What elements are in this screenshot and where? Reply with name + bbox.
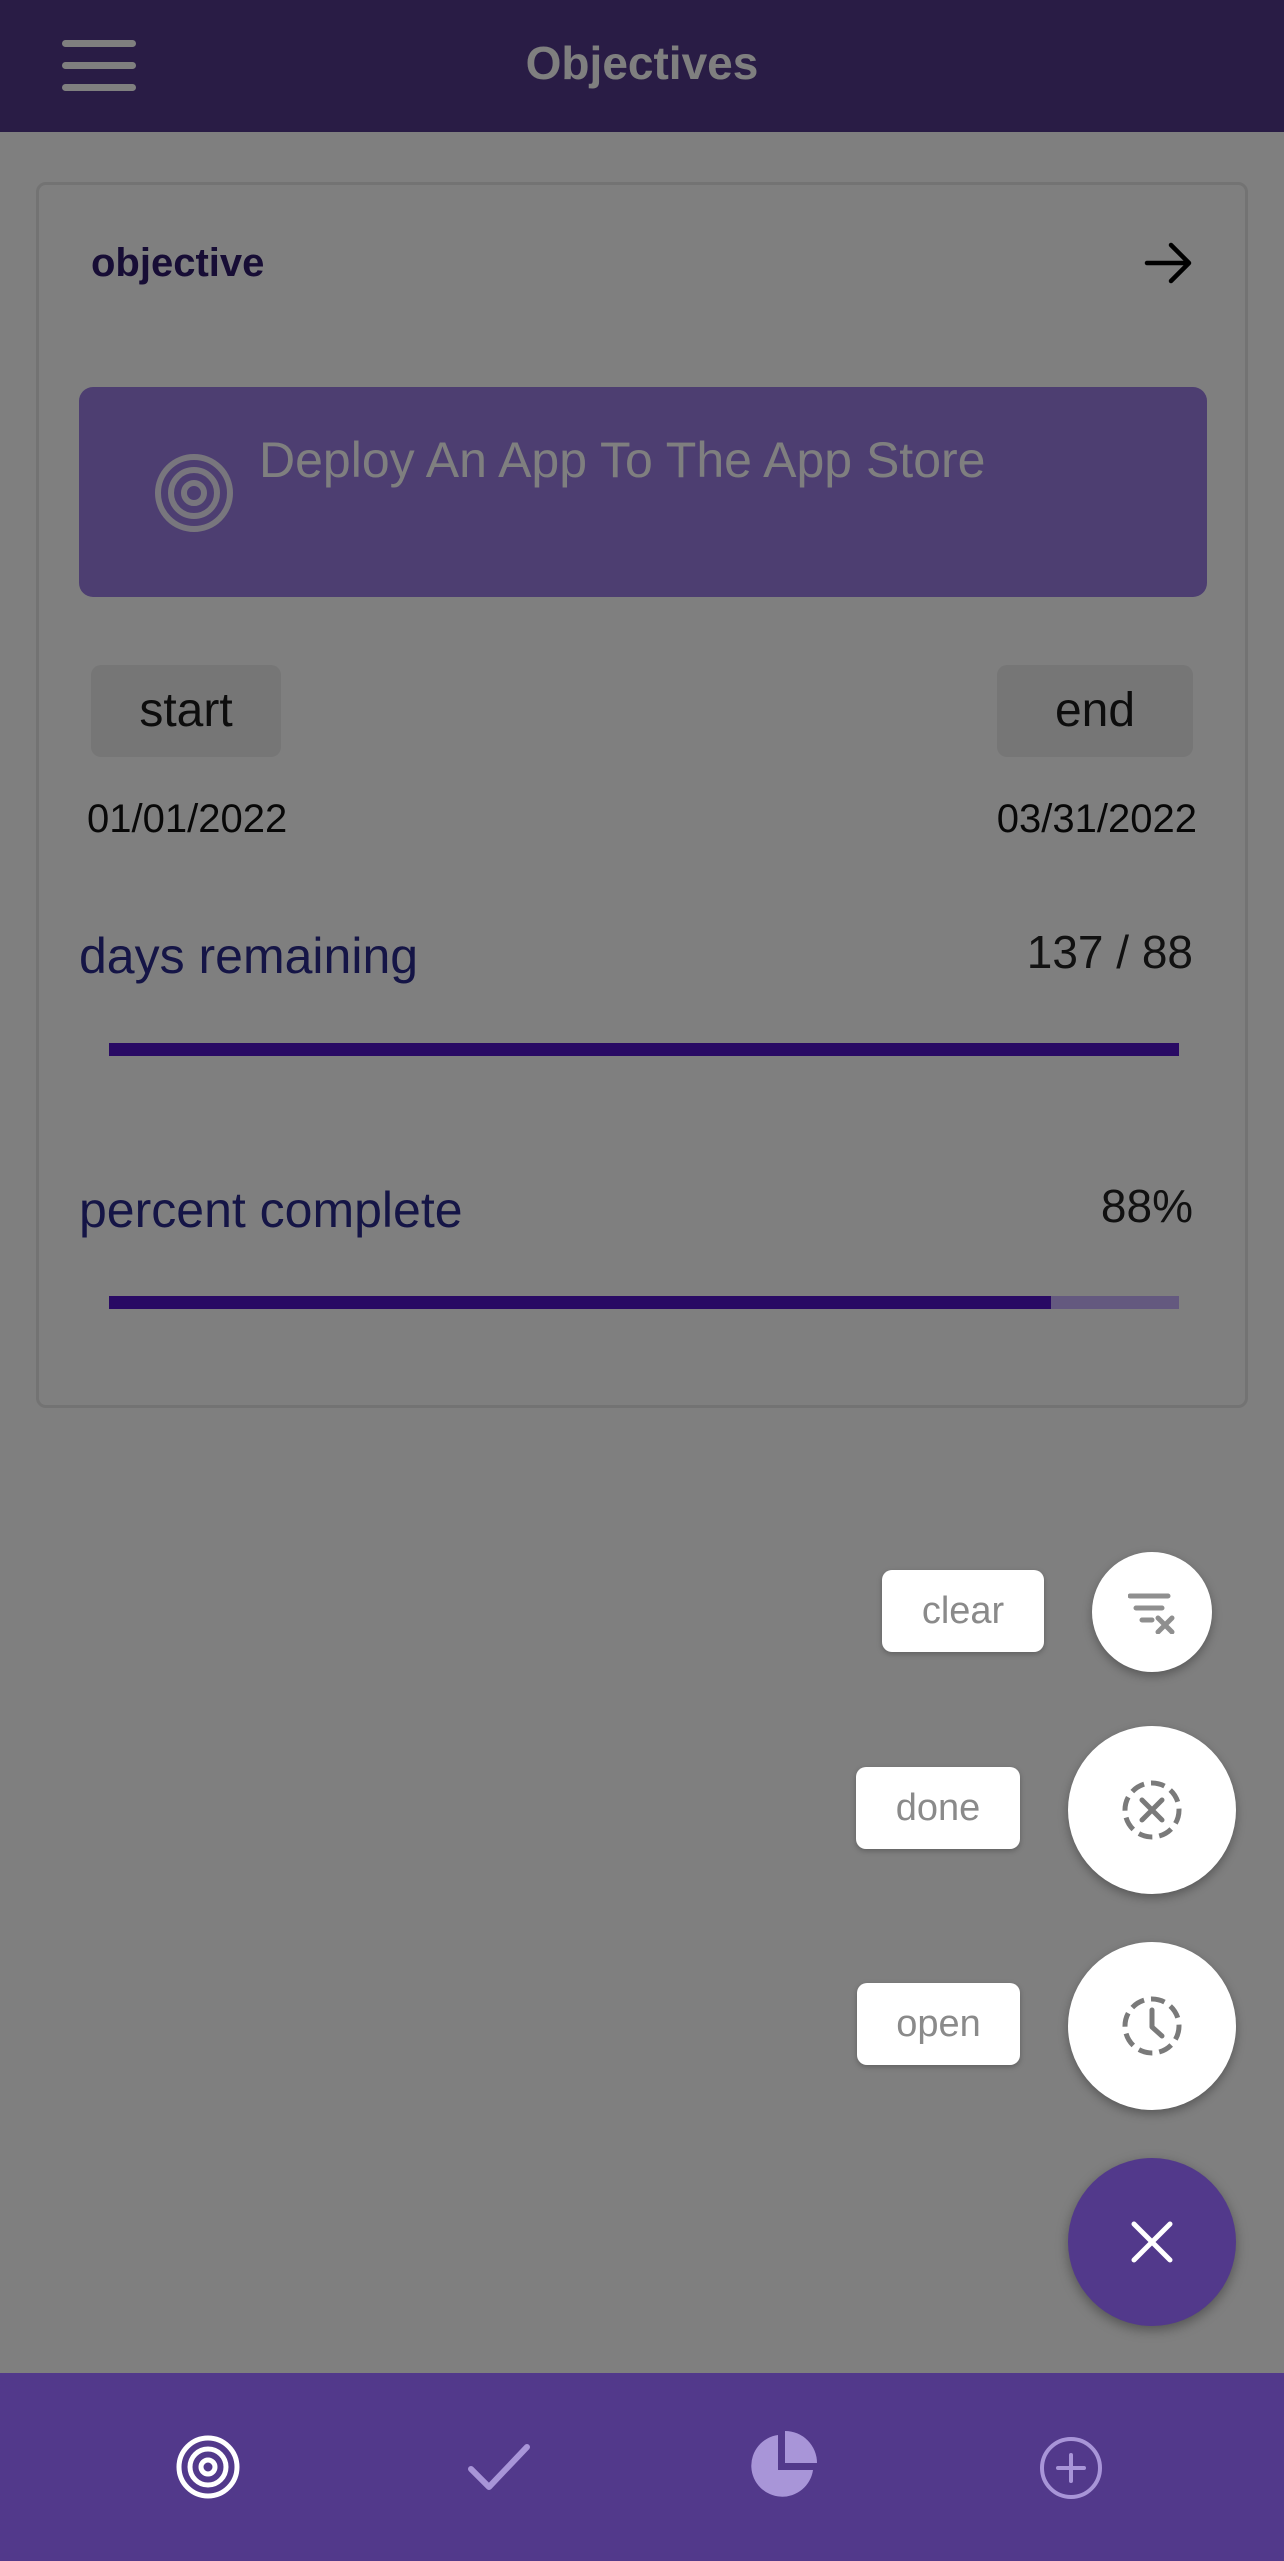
open-filter-label[interactable]: open	[857, 1983, 1020, 2065]
nav-item-add[interactable]	[911, 2373, 1232, 2561]
open-filter-button[interactable]	[1068, 1942, 1236, 2110]
clear-filter-button[interactable]	[1092, 1552, 1212, 1672]
bottom-nav	[0, 2373, 1284, 2561]
nav-item-reports[interactable]	[620, 2373, 941, 2561]
filter-clear-icon	[1128, 1593, 1175, 1634]
close-icon	[1131, 2221, 1173, 2263]
check-icon	[468, 2444, 530, 2490]
nav-item-done[interactable]	[339, 2373, 660, 2561]
nav-item-objectives[interactable]	[48, 2373, 369, 2561]
close-fab-button[interactable]	[1068, 2158, 1236, 2326]
fab-menu: clear done open	[0, 0, 1284, 2373]
done-filter-button[interactable]	[1068, 1726, 1236, 1894]
target-icon	[176, 2435, 240, 2499]
pie-chart-icon	[751, 2431, 817, 2497]
clear-filter-label[interactable]: clear	[882, 1570, 1044, 1652]
done-filter-label[interactable]: done	[856, 1767, 1020, 1849]
add-circle-icon	[1040, 2437, 1102, 2499]
dashed-circle-x-icon	[1122, 1780, 1182, 1840]
dashed-clock-icon	[1122, 1996, 1182, 2056]
